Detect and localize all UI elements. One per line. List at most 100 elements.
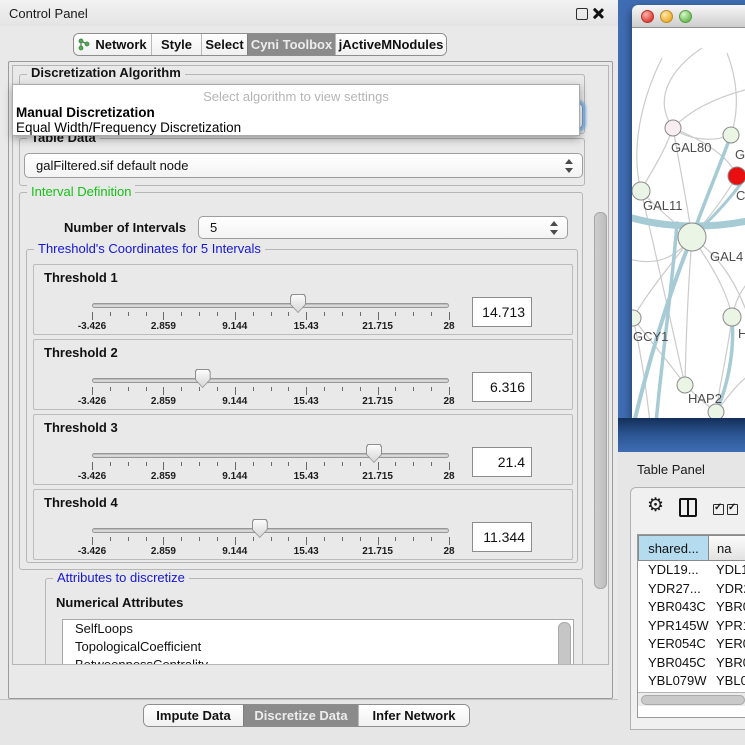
zoom-traffic-light[interactable]	[679, 10, 692, 23]
scale-label: 9.144	[222, 546, 247, 557]
tab-impute-data[interactable]: Impute Data	[144, 705, 243, 726]
cell-shared-name: YER054C	[648, 635, 706, 654]
slider-ticks	[92, 312, 449, 321]
threshold-value-field[interactable]: 11.344	[472, 522, 532, 552]
network-canvas[interactable]: GAL80GACGAL11GAL4GCY1HHAP2	[632, 28, 745, 418]
network-node[interactable]	[708, 404, 724, 418]
tick-mark	[181, 462, 182, 466]
tick-mark	[128, 312, 129, 316]
tick-mark	[199, 312, 200, 316]
attributes-list[interactable]: SelfLoopsTopologicalCoefficientBetweenne…	[62, 619, 574, 665]
network-node-label: GAL4	[710, 249, 743, 264]
table-row[interactable]: YBR045CYBR0	[638, 654, 745, 673]
table-data-combo[interactable]: galFiltered.sif default node	[24, 153, 583, 178]
slider-track[interactable]	[92, 453, 449, 458]
gear-icon[interactable]: ⚙	[647, 496, 664, 516]
tick-mark	[163, 387, 164, 395]
threshold-1-panel: Threshold 1 -3.4262.8599.14415.4321.7152…	[33, 264, 573, 335]
network-node-gal4[interactable]	[678, 223, 706, 251]
network-edge	[664, 48, 702, 128]
column-header-name[interactable]: na	[708, 535, 745, 561]
table-row[interactable]: YER054CYER0	[638, 635, 745, 654]
threshold-label: Threshold 4	[44, 495, 118, 510]
table-row[interactable]: YDR27...YDR2	[638, 580, 745, 599]
minimize-traffic-light[interactable]	[660, 10, 673, 23]
threshold-value-field[interactable]: 21.4	[472, 447, 532, 477]
table-row[interactable]: YPR145WYPR1	[638, 617, 745, 636]
dropdown-item-manual-discretization[interactable]: Manual Discretization	[16, 105, 155, 120]
tick-mark	[288, 462, 289, 466]
panel-scrollbar[interactable]	[594, 212, 607, 589]
tick-mark	[288, 537, 289, 541]
slider-track[interactable]	[92, 528, 449, 533]
cell-name: YDL1	[716, 561, 745, 580]
close-icon[interactable]	[592, 7, 604, 19]
tab-label: jActiveMNodules	[339, 37, 444, 52]
attributes-scrollbar[interactable]	[558, 622, 571, 665]
tick-mark	[128, 537, 129, 541]
tab-infer-network[interactable]: Infer Network	[358, 705, 469, 726]
table-row[interactable]: YDL19...YDL1	[638, 561, 745, 580]
tick-mark	[395, 462, 396, 466]
dropdown-item-equal-width-frequency[interactable]: Equal Width/Frequency Discretization	[16, 120, 241, 135]
tick-mark	[288, 312, 289, 316]
threshold-value-field[interactable]: 14.713	[472, 297, 532, 327]
scale-label: 15.43	[294, 471, 319, 482]
split-panel-icon[interactable]	[679, 498, 697, 517]
network-node-gcy1[interactable]	[632, 310, 641, 326]
num-intervals-combo[interactable]: 5	[198, 216, 568, 239]
attribute-item[interactable]: SelfLoops	[63, 620, 573, 638]
checkbox-icon[interactable]	[713, 504, 724, 515]
slider-thumb[interactable]	[366, 444, 382, 463]
slider-thumb[interactable]	[195, 369, 211, 388]
tick-mark	[110, 387, 111, 391]
tick-mark	[92, 387, 93, 395]
threshold-value-field[interactable]: 6.316	[472, 372, 532, 402]
tab-jactivemnodules[interactable]: jActiveMNodules	[335, 34, 446, 55]
tab-cyni-toolbox[interactable]: Cyni Toolbox	[247, 34, 335, 55]
tick-mark	[324, 462, 325, 466]
top-tab-bar: Network Style Select Cyni Toolbox jActiv…	[73, 33, 447, 56]
tab-discretize-data[interactable]: Discretize Data	[243, 705, 358, 726]
scale-label: 9.144	[222, 471, 247, 482]
attribute-item[interactable]: BetweennessCentrality	[63, 656, 573, 665]
tick-mark	[378, 312, 379, 320]
table-hscrollbar-thumb[interactable]	[641, 695, 745, 705]
tab-label: Discretize Data	[254, 708, 347, 723]
tick-mark	[217, 387, 218, 391]
column-header-shared-name[interactable]: shared...	[638, 535, 709, 561]
tick-mark	[217, 537, 218, 541]
dropdown-placeholder-item[interactable]: Select algorithm to view settings	[13, 89, 579, 104]
network-edge	[633, 237, 692, 318]
slider-ticks	[92, 387, 449, 396]
combo-arrows-icon	[565, 159, 573, 173]
network-node-gal80[interactable]	[665, 120, 681, 136]
tick-mark	[378, 462, 379, 470]
slider-track[interactable]	[92, 303, 449, 308]
tab-network[interactable]: Network	[74, 34, 151, 55]
table-hscrollbar[interactable]	[638, 692, 745, 706]
network-node-h[interactable]	[723, 308, 741, 326]
attribute-item[interactable]: TopologicalCoefficient	[63, 638, 573, 656]
network-window-titlebar[interactable]	[632, 5, 745, 28]
tick-mark	[431, 387, 432, 391]
network-node-label: GAL80	[671, 140, 711, 155]
num-intervals-label: Number of Intervals	[64, 220, 186, 235]
table-row[interactable]: YBL079WYBL0	[638, 672, 745, 691]
scale-label: 21.715	[362, 396, 393, 407]
tab-select[interactable]: Select	[201, 34, 247, 55]
checkbox-icon[interactable]	[727, 504, 738, 515]
close-traffic-light[interactable]	[641, 10, 654, 23]
slider-track[interactable]	[92, 378, 449, 383]
tick-mark	[306, 312, 307, 320]
network-node-c[interactable]	[728, 167, 745, 185]
table-row[interactable]: YBR043CYBR0	[638, 598, 745, 617]
float-window-icon[interactable]	[576, 8, 588, 20]
slider-thumb[interactable]	[252, 519, 268, 538]
tick-mark	[360, 387, 361, 391]
network-node-ga[interactable]	[723, 127, 739, 143]
tick-mark	[235, 387, 236, 395]
tab-style[interactable]: Style	[151, 34, 201, 55]
slider-scale: -3.4262.8599.14415.4321.71528	[92, 471, 449, 483]
slider-thumb[interactable]	[290, 294, 306, 313]
